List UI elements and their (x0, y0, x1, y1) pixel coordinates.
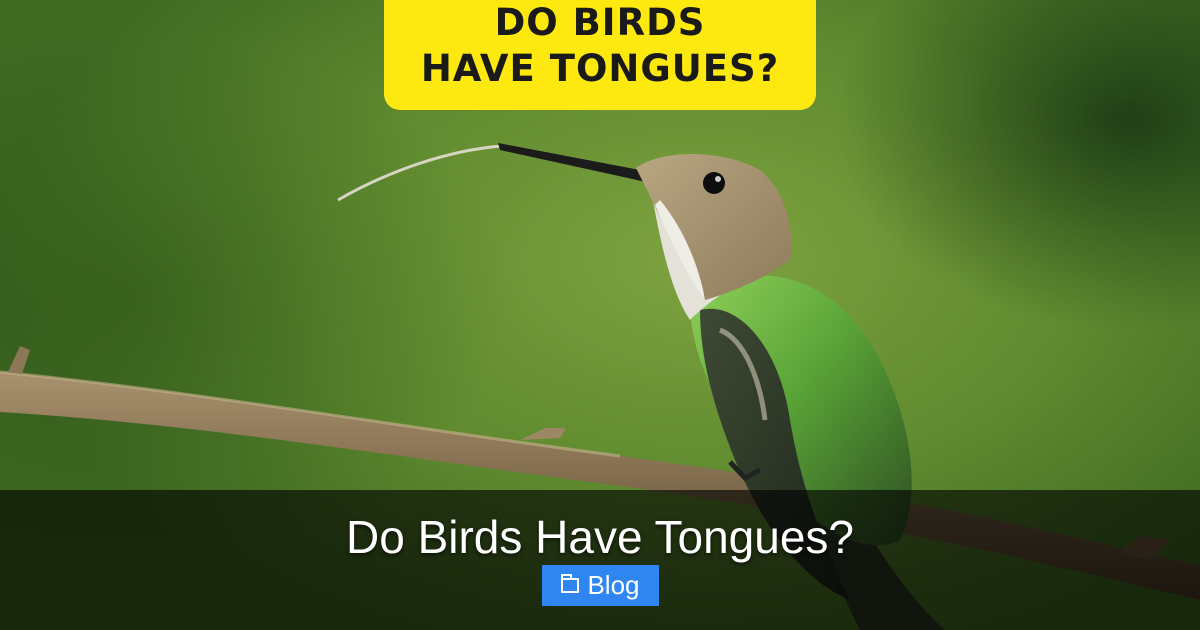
category-button-blog[interactable]: Blog (542, 565, 659, 606)
headline-badge: DO BIRDS HAVE TONGUES? (384, 0, 816, 110)
post-title[interactable]: Do Birds Have Tongues? (0, 508, 1200, 566)
folder-icon (561, 574, 580, 593)
category-label: Blog (587, 570, 640, 600)
headline-line-1: DO BIRDS (494, 1, 706, 44)
featured-card: DO BIRDS HAVE TONGUES? Do Birds Have Ton… (0, 0, 1200, 630)
headline-line-2: HAVE TONGUES? (420, 47, 780, 90)
